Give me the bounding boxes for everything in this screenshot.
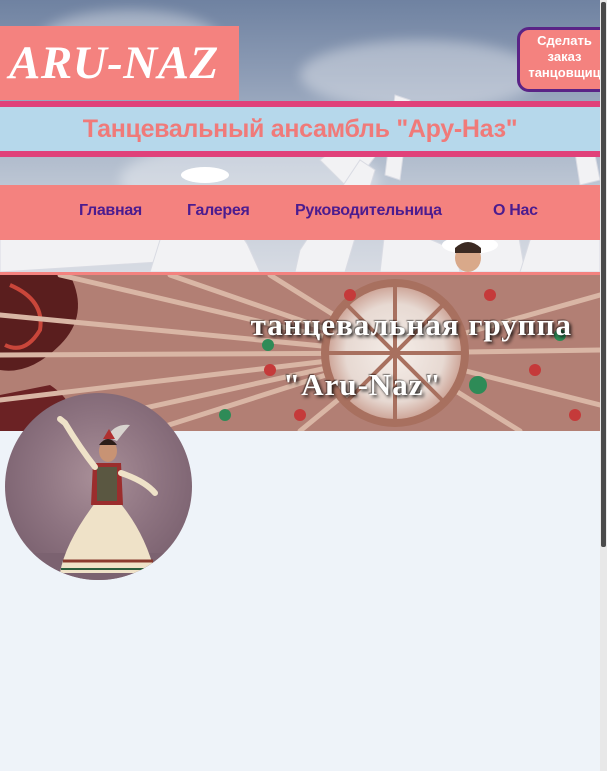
site-subtitle: Танцевальный ансамбль "Ару-Наз" [0,107,600,151]
page-scrollbar[interactable] [600,0,607,771]
dancer-portrait-image [5,393,192,580]
subtitle-border-bottom [0,151,600,157]
nav-item-gallery[interactable]: Галерея [187,185,250,237]
banner-title-line1: танцевальная группа [250,307,572,342]
nav-item-home[interactable]: Главная [79,185,142,237]
site-logo[interactable]: ARU-NAZ [0,26,239,100]
order-dancers-button[interactable]: Сделать заказ танцовщиц [517,27,607,92]
main-nav: Главная Галерея Руководительница О Нас [0,185,600,240]
scrollbar-thumb[interactable] [601,2,606,547]
nav-item-about[interactable]: О Нас [493,185,538,237]
banner-title-line2: "Aru-Naz" [283,367,442,402]
nav-item-director[interactable]: Руководительница [295,185,442,237]
